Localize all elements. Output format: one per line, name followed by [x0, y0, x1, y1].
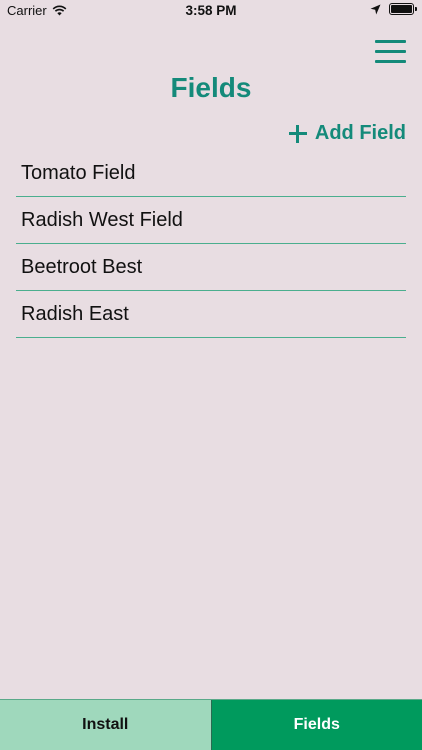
- tab-bar: Install Fields: [0, 699, 422, 750]
- battery-icon: [389, 3, 417, 15]
- field-row-beetroot-best[interactable]: Beetroot Best: [16, 244, 406, 291]
- field-list: Tomato Field Radish West Field Beetroot …: [16, 150, 406, 338]
- field-row-radish-west-field[interactable]: Radish West Field: [16, 197, 406, 244]
- field-row-radish-east[interactable]: Radish East: [16, 291, 406, 338]
- menu-hamburger-icon[interactable]: [375, 40, 406, 63]
- add-field-button[interactable]: Add Field: [288, 122, 406, 145]
- status-time: 3:58 PM: [185, 3, 237, 18]
- tab-install[interactable]: Install: [0, 700, 211, 750]
- screen: Carrier 3:58 PM Fields Add Field Tomato …: [0, 0, 422, 750]
- location-arrow-icon: [370, 4, 381, 15]
- plus-icon: [288, 124, 307, 143]
- tab-fields[interactable]: Fields: [210, 700, 422, 750]
- page-title: Fields: [170, 72, 252, 103]
- field-row-tomato-field[interactable]: Tomato Field: [16, 150, 406, 197]
- add-field-label: Add Field: [314, 122, 406, 144]
- status-bar: Carrier 3:58 PM: [0, 0, 422, 22]
- status-right: [370, 3, 417, 15]
